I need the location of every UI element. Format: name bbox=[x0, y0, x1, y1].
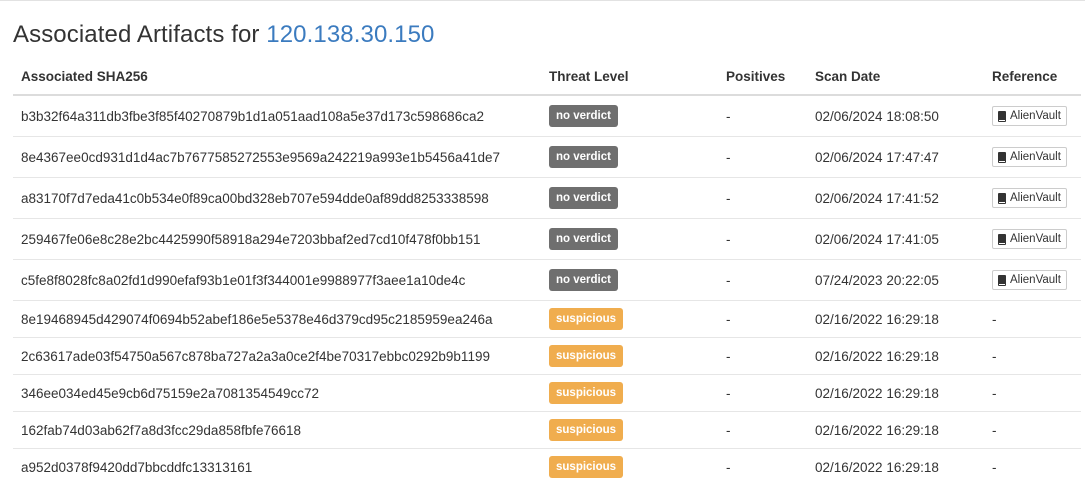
positives-cell: - bbox=[718, 177, 807, 219]
scan-date-cell: 02/06/2024 17:41:52 bbox=[807, 177, 984, 219]
threat-badge: suspicious bbox=[549, 382, 624, 404]
table-row: 8e19468945d429074f0694b52abef186e5e5378e… bbox=[13, 300, 1081, 338]
header-row: Associated SHA256 Threat Level Positives… bbox=[13, 59, 1081, 96]
table-header: Associated SHA256 Threat Level Positives… bbox=[13, 59, 1081, 96]
scan-date-cell: 02/16/2022 16:29:18 bbox=[807, 374, 984, 412]
table-row: 8e4367ee0cd931d1d4ac7b7677585272553e9569… bbox=[13, 136, 1081, 178]
sha256-cell[interactable]: a83170f7d7eda41c0b534e0f89ca00bd328eb707… bbox=[13, 177, 541, 219]
table-row: a952d0378f9420dd7bbcddfc13313161 suspicio… bbox=[13, 448, 1081, 485]
alienvault-reference-button[interactable]: AlienVault bbox=[992, 229, 1067, 249]
threat-badge: no verdict bbox=[549, 228, 618, 250]
threat-badge: suspicious bbox=[549, 345, 624, 367]
page-title: Associated Artifacts for 120.138.30.150 bbox=[13, 21, 435, 49]
scan-date-cell: 02/06/2024 17:41:05 bbox=[807, 218, 984, 260]
reference-cell: - bbox=[984, 300, 1081, 338]
scan-date-cell: 02/06/2024 17:47:47 bbox=[807, 136, 984, 178]
reference-cell: - bbox=[984, 448, 1081, 485]
sha256-cell[interactable]: 346ee034ed45e9cb6d75159e2a7081354549cc72 bbox=[13, 374, 541, 412]
table-row: 2c63617ade03f54750a567c878ba727a2a3a0ce2… bbox=[13, 337, 1081, 375]
threat-badge: no verdict bbox=[549, 269, 618, 291]
positives-cell: - bbox=[726, 108, 731, 124]
threat-level-cell: suspicious bbox=[541, 411, 718, 449]
table-row: c5fe8f8028fc8a02fd1d990efaf93b1e01f3f344… bbox=[13, 259, 1081, 301]
header-positives[interactable]: Positives bbox=[718, 59, 807, 96]
threat-level-cell: suspicious bbox=[541, 337, 718, 375]
sha256-cell[interactable]: b3b32f64a311db3fbe3f85f40270879b1d1a051a… bbox=[13, 95, 541, 137]
reference-cell: - bbox=[984, 374, 1081, 412]
reference-label: AlienVault bbox=[1010, 192, 1061, 204]
threat-level-cell: suspicious bbox=[541, 374, 718, 412]
threat-badge: suspicious bbox=[549, 456, 624, 478]
reference-cell: AlienVault bbox=[984, 218, 1081, 260]
scan-date-cell: 02/16/2022 16:29:18 bbox=[807, 337, 984, 375]
sha256-cell[interactable]: 259467fe06e8c28e2bc4425990f58918a294e720… bbox=[13, 218, 541, 260]
sha256-cell[interactable]: a952d0378f9420dd7bbcddfc13313161 bbox=[13, 448, 541, 485]
threat-level-cell: no verdict bbox=[541, 136, 718, 178]
table-row: 346ee034ed45e9cb6d75159e2a7081354549cc72… bbox=[13, 374, 1081, 412]
table-body: b3b32f64a311db3fbe3f85f40270879b1d1a051a… bbox=[13, 95, 1081, 485]
header-threat-level[interactable]: Threat Level bbox=[541, 59, 718, 96]
positives-cell: - bbox=[718, 411, 807, 449]
table-row: 162fab74d03ab62f7a8d3fcc29da858fbfe76618… bbox=[13, 411, 1081, 449]
table-row: b3b32f64a311db3fbe3f85f40270879b1d1a051a… bbox=[13, 95, 1081, 137]
title-prefix: Associated Artifacts for bbox=[13, 21, 267, 48]
threat-level-cell: no verdict bbox=[541, 177, 718, 219]
positives-cell: - bbox=[718, 218, 807, 260]
reference-label: AlienVault bbox=[1010, 233, 1061, 245]
sha256-cell[interactable]: 2c63617ade03f54750a567c878ba727a2a3a0ce2… bbox=[13, 337, 541, 375]
reference-label: AlienVault bbox=[1010, 110, 1061, 122]
table-row: 259467fe06e8c28e2bc4425990f58918a294e720… bbox=[13, 218, 1081, 260]
reference-cell: - bbox=[984, 337, 1081, 375]
sha256-cell[interactable]: 8e19468945d429074f0694b52abef186e5e5378e… bbox=[13, 300, 541, 338]
threat-level-cell: no verdict bbox=[541, 95, 718, 137]
reference-cell: AlienVault bbox=[984, 259, 1081, 301]
scan-date-cell: 02/16/2022 16:29:18 bbox=[807, 448, 984, 485]
scan-date-cell: 02/06/2024 18:08:50 bbox=[815, 108, 939, 124]
book-icon bbox=[998, 274, 1006, 286]
reference-cell: AlienVault bbox=[984, 136, 1081, 178]
header-scan-date[interactable]: Scan Date bbox=[807, 59, 984, 96]
alienvault-reference-button[interactable]: AlienVault bbox=[992, 188, 1067, 208]
threat-level-cell: no verdict bbox=[541, 218, 718, 260]
threat-badge: no verdict bbox=[549, 187, 618, 209]
positives-cell: - bbox=[718, 136, 807, 178]
positives-cell: - bbox=[718, 448, 807, 485]
scan-date-cell: 07/24/2023 20:22:05 bbox=[807, 259, 984, 301]
sha256-cell[interactable]: 8e4367ee0cd931d1d4ac7b7677585272553e9569… bbox=[13, 136, 541, 178]
positives-cell: - bbox=[718, 300, 807, 338]
threat-level-cell: suspicious bbox=[541, 448, 718, 485]
positives-cell: - bbox=[718, 374, 807, 412]
reference-label: AlienVault bbox=[1010, 151, 1061, 163]
header-reference[interactable]: Reference bbox=[984, 59, 1081, 96]
ip-link[interactable]: 120.138.30.150 bbox=[266, 21, 434, 48]
scan-date-cell: 02/16/2022 16:29:18 bbox=[807, 411, 984, 449]
threat-badge: no verdict bbox=[549, 146, 618, 168]
threat-badge: no verdict bbox=[549, 105, 618, 127]
sha256-cell[interactable]: c5fe8f8028fc8a02fd1d990efaf93b1e01f3f344… bbox=[13, 259, 541, 301]
reference-cell: - bbox=[984, 411, 1081, 449]
book-icon bbox=[998, 233, 1006, 245]
threat-badge: suspicious bbox=[549, 308, 624, 330]
sha256-cell[interactable]: 162fab74d03ab62f7a8d3fcc29da858fbfe76618 bbox=[13, 411, 541, 449]
table-row: a83170f7d7eda41c0b534e0f89ca00bd328eb707… bbox=[13, 177, 1081, 219]
threat-level-cell: suspicious bbox=[541, 300, 718, 338]
book-icon bbox=[998, 110, 1006, 122]
positives-cell: - bbox=[718, 259, 807, 301]
reference-label: AlienVault bbox=[1010, 274, 1061, 286]
scan-date-cell: 02/16/2022 16:29:18 bbox=[807, 300, 984, 338]
threat-badge: suspicious bbox=[549, 419, 624, 441]
positives-cell: - bbox=[718, 337, 807, 375]
alienvault-reference-button[interactable]: AlienVault bbox=[992, 270, 1067, 290]
threat-level-cell: no verdict bbox=[541, 259, 718, 301]
artifacts-table: Associated SHA256 Threat Level Positives… bbox=[13, 59, 1081, 485]
reference-cell: AlienVault bbox=[984, 95, 1081, 137]
artifacts-panel: Associated Artifacts for 120.138.30.150 … bbox=[0, 0, 1085, 486]
header-sha256[interactable]: Associated SHA256 bbox=[13, 59, 541, 96]
book-icon bbox=[998, 151, 1006, 163]
book-icon bbox=[998, 192, 1006, 204]
reference-cell: AlienVault bbox=[984, 177, 1081, 219]
alienvault-reference-button[interactable]: AlienVault bbox=[992, 147, 1067, 167]
alienvault-reference-button[interactable]: AlienVault bbox=[992, 106, 1067, 126]
